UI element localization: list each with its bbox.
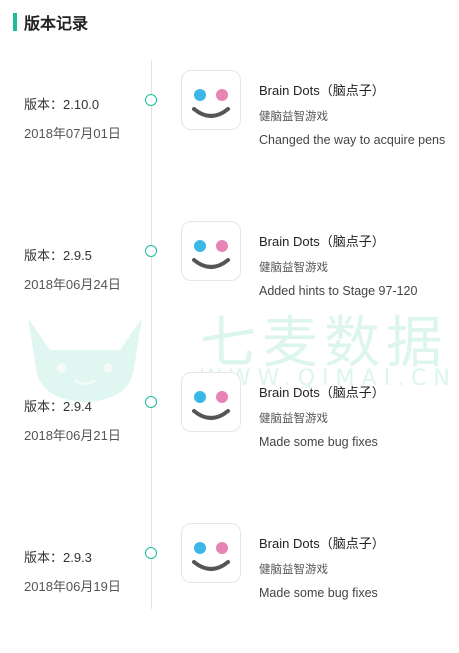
brain-dots-icon-graphic: [192, 240, 230, 269]
version-date: 2018年07月01日: [24, 126, 121, 141]
page-title: 版本记录: [24, 16, 89, 33]
brain-dots-icon-graphic: [192, 89, 230, 118]
version-entry: 版本：2.9.3 2018年06月19日 Brain Dots（脑点子） 健脑益…: [0, 523, 459, 653]
app-name[interactable]: Brain Dots（脑点子）: [259, 382, 385, 401]
header-accent-bar: [13, 13, 17, 31]
brain-dots-app-icon[interactable]: [181, 372, 241, 432]
app-name[interactable]: Brain Dots（脑点子）: [259, 80, 385, 99]
brain-dots-icon-graphic: [192, 542, 230, 571]
timeline-dot: [145, 396, 157, 408]
brain-dots-app-icon[interactable]: [181, 523, 241, 583]
app-category: 健脑益智游戏: [259, 564, 328, 576]
version-label: 版本：2.10.0: [24, 97, 100, 112]
app-name[interactable]: Brain Dots（脑点子）: [259, 231, 385, 250]
version-date: 2018年06月21日: [24, 428, 121, 443]
version-label: 版本：2.9.5: [24, 248, 92, 263]
change-note: Made some bug fixes: [259, 435, 378, 449]
version-entry: 版本：2.9.4 2018年06月21日 Brain Dots（脑点子） 健脑益…: [0, 372, 459, 502]
timeline-dot: [145, 94, 157, 106]
change-note: Added hints to Stage 97-120: [259, 284, 418, 298]
brain-dots-app-icon[interactable]: [181, 221, 241, 281]
app-category: 健脑益智游戏: [259, 111, 328, 123]
app-name[interactable]: Brain Dots（脑点子）: [259, 533, 385, 552]
version-label: 版本：2.9.3: [24, 550, 92, 565]
version-entry: 版本：2.10.0 2018年07月01日 Brain Dots（脑点子） 健脑…: [0, 70, 459, 200]
brain-dots-app-icon[interactable]: [181, 70, 241, 130]
version-date: 2018年06月24日: [24, 277, 121, 292]
version-label: 版本：2.9.4: [24, 399, 92, 414]
change-note: Made some bug fixes: [259, 586, 378, 600]
timeline-dot: [145, 547, 157, 559]
brain-dots-icon-graphic: [192, 391, 230, 420]
change-note: Changed the way to acquire pens: [259, 133, 446, 147]
timeline-dot: [145, 245, 157, 257]
app-category: 健脑益智游戏: [259, 262, 328, 274]
app-category: 健脑益智游戏: [259, 413, 328, 425]
version-entry: 版本：2.9.5 2018年06月24日 Brain Dots（脑点子） 健脑益…: [0, 221, 459, 351]
section-header: 版本记录: [13, 12, 89, 33]
version-date: 2018年06月19日: [24, 579, 121, 594]
